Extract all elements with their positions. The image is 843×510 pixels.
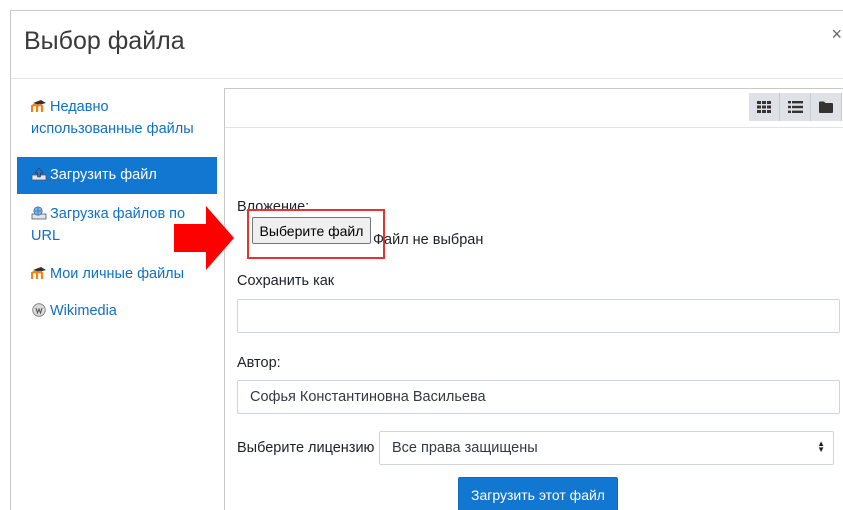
sidebar-item-label: Мои личные файлы <box>50 266 185 282</box>
no-file-chosen-text: Файл не выбран <box>373 232 484 248</box>
upload-file-button[interactable]: Загрузить этот файл <box>458 477 618 510</box>
sidebar-item-upload-file[interactable]: Загрузить файл <box>17 157 217 194</box>
license-select[interactable]: Все права защищены ▲ ▼ <box>379 431 834 465</box>
red-arrow-pointer-icon <box>174 206 234 270</box>
sidebar-item-wikimedia[interactable]: Wikimedia <box>17 300 217 322</box>
repository-sidebar: Недавно использованные файлы Загрузить ф… <box>11 78 223 510</box>
file-picker-dialog: Выбор файла × Недавно использованные фай… <box>10 10 843 510</box>
folder-view-icon <box>819 101 833 113</box>
license-selected-value: Все права защищены <box>392 440 538 456</box>
sidebar-item-label: Загрузить файл <box>50 167 157 183</box>
view-mode-group <box>749 93 842 121</box>
sidebar-item-label: Недавно использованные файлы <box>31 99 194 137</box>
view-toolbar <box>225 89 843 128</box>
list-view-button[interactable] <box>780 93 811 121</box>
file-upload-panel: Вложение: Выберите файл Файл не выбран С… <box>224 88 843 510</box>
list-view-icon <box>787 101 803 113</box>
dialog-header: Выбор файла × <box>11 11 843 79</box>
folder-view-button[interactable] <box>811 93 842 121</box>
moodle-icon <box>31 267 46 279</box>
sidebar-item-recent-files[interactable]: Недавно использованные файлы <box>17 96 217 140</box>
upload-icon <box>31 167 47 181</box>
select-arrows-icon: ▲ ▼ <box>817 439 825 455</box>
save-as-label: Сохранить как <box>237 273 335 289</box>
dialog-title: Выбор файла <box>24 27 185 55</box>
moodle-icon <box>31 100 46 112</box>
license-label: Выберите лицензию <box>237 440 375 456</box>
wikimedia-icon <box>32 303 46 317</box>
sidebar-item-label: Wikimedia <box>50 303 117 319</box>
grid-view-icon <box>757 101 771 113</box>
author-input[interactable] <box>237 380 840 414</box>
choose-file-button[interactable]: Выберите файл <box>252 217 371 244</box>
sidebar-item-label: Загрузка файлов по URL <box>31 206 186 244</box>
author-label: Автор: <box>237 355 281 371</box>
save-as-input[interactable] <box>237 299 840 333</box>
close-icon[interactable]: × <box>831 25 842 43</box>
url-download-icon <box>31 206 47 220</box>
grid-view-button[interactable] <box>749 93 780 121</box>
